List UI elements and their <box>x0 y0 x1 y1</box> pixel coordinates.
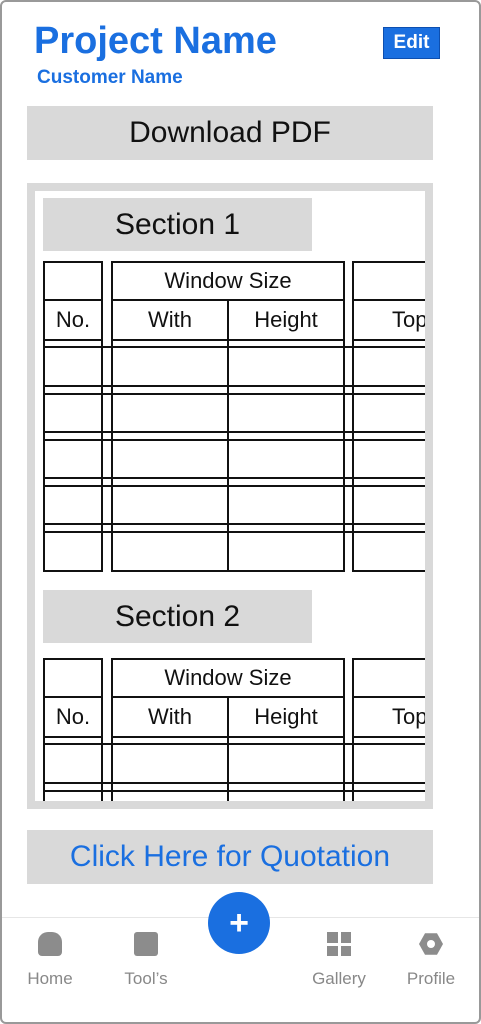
column-header-width: With <box>111 696 229 738</box>
column-header-width: With <box>111 299 229 341</box>
table-header-blank <box>43 658 103 698</box>
row-divider <box>43 393 425 395</box>
row-divider <box>43 431 425 433</box>
app-frame: Project Name Customer Name Edit Download… <box>0 0 481 1024</box>
table-header-blank <box>43 261 103 301</box>
project-title: Project Name <box>34 20 277 62</box>
section-table: Window Size No. With Height Top <box>43 658 425 801</box>
column-header-no: No. <box>43 299 103 341</box>
download-pdf-button[interactable]: Download PDF <box>27 106 433 160</box>
sections-scroll-content: Section 1 Window Size No. With Height To… <box>35 191 425 801</box>
row-divider <box>43 385 425 387</box>
section-title: Section 2 <box>43 590 312 643</box>
column-header-top: Top <box>352 299 425 341</box>
table-group-header: Window Size <box>111 658 345 698</box>
gallery-icon <box>327 932 351 956</box>
tools-icon <box>134 932 158 956</box>
column-header-height: Height <box>227 696 345 738</box>
table-header-blank <box>352 658 425 698</box>
row-divider <box>43 523 425 525</box>
row-divider <box>43 531 425 533</box>
table-header-blank <box>352 261 425 301</box>
add-button[interactable]: + <box>208 892 270 954</box>
nav-label-profile: Profile <box>406 969 456 988</box>
section-table: Window Size No. With Height Top <box>43 261 425 583</box>
row-divider <box>43 346 425 348</box>
column-header-top: Top <box>352 696 425 738</box>
edit-button[interactable]: Edit <box>383 27 440 59</box>
sections-scroll-panel[interactable]: Section 1 Window Size No. With Height To… <box>27 183 433 809</box>
nav-label-tools: Tool’s <box>124 969 168 988</box>
home-icon <box>38 932 62 956</box>
table-body-column <box>352 339 425 572</box>
row-divider <box>43 439 425 441</box>
nav-label-home: Home <box>27 969 73 988</box>
column-header-no: No. <box>43 696 103 738</box>
quotation-button[interactable]: Click Here for Quotation <box>27 830 433 884</box>
nav-item-profile[interactable]: Profile <box>400 932 462 989</box>
nav-item-tools[interactable]: Tool’s <box>118 932 174 989</box>
section-title: Section 1 <box>43 198 312 251</box>
profile-icon <box>419 933 443 955</box>
table-body-column <box>43 339 103 572</box>
nav-item-gallery[interactable]: Gallery <box>308 932 370 989</box>
row-divider <box>43 485 425 487</box>
table-body-column <box>227 339 345 572</box>
row-divider <box>43 790 425 792</box>
row-divider <box>43 782 425 784</box>
customer-name: Customer Name <box>37 67 183 88</box>
column-header-height: Height <box>227 299 345 341</box>
nav-label-gallery: Gallery <box>312 969 366 988</box>
row-divider <box>43 743 425 745</box>
nav-item-home[interactable]: Home <box>26 932 74 989</box>
row-divider <box>43 477 425 479</box>
table-body-column <box>111 339 229 572</box>
table-group-header: Window Size <box>111 261 345 301</box>
plus-icon: + <box>229 903 249 942</box>
